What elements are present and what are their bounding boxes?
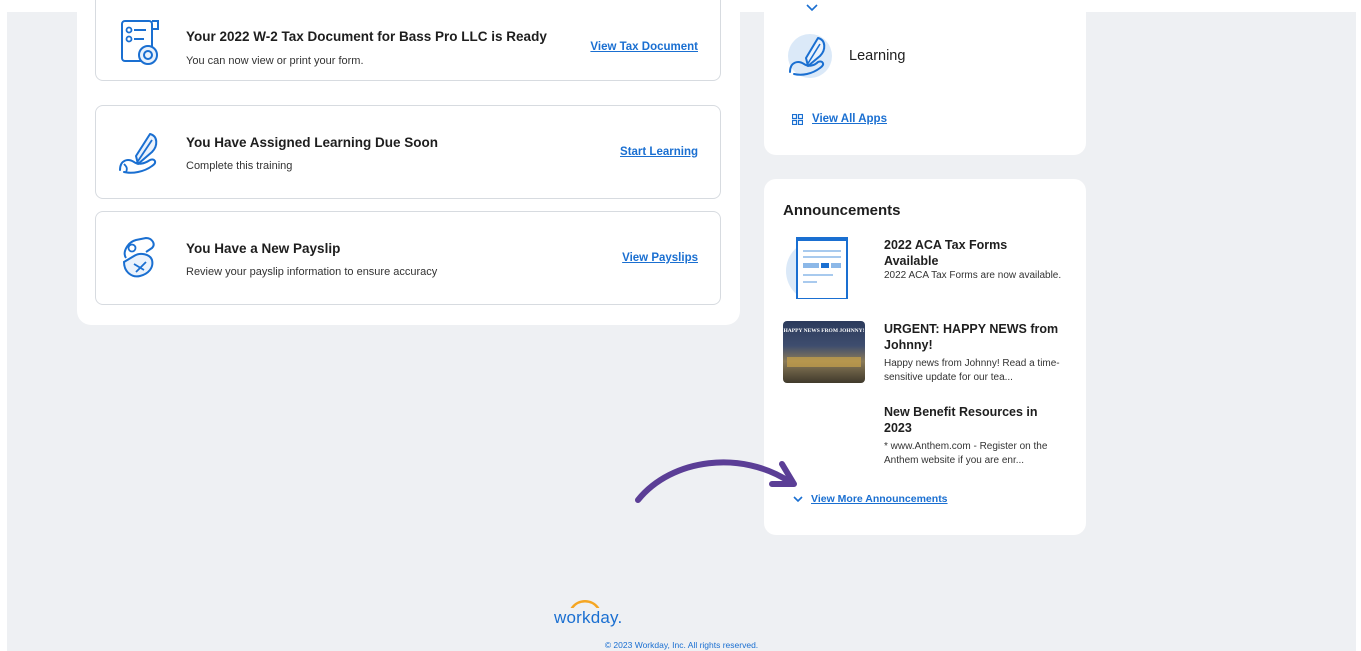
task-subtitle: Review your payslip information to ensur…: [186, 266, 438, 278]
annotation-arrow-icon: [635, 459, 797, 503]
task-title: Your 2022 W-2 Tax Document for Bass Pro …: [186, 29, 547, 44]
grid-icon: [792, 114, 803, 125]
workday-arc-icon: [570, 600, 600, 608]
footer-copyright: © 2023 Workday, Inc. All rights reserved…: [604, 640, 759, 650]
payslip-icon: [122, 237, 155, 278]
chevron-down-icon: [806, 4, 818, 12]
learning-icon: [119, 133, 158, 174]
announcement-desc: 2022 ACA Tax Forms are now available.: [884, 270, 1062, 281]
thumbnail-banner: [787, 357, 861, 367]
learning-app-label[interactable]: Learning: [849, 48, 905, 64]
task-subtitle: Complete this training: [186, 160, 293, 172]
announcement-item[interactable]: 2022 ACA Tax Forms Available 2022 ACA Ta…: [783, 237, 1073, 307]
task-tile-tax[interactable]: Your 2022 W-2 Tax Document for Bass Pro …: [95, 0, 721, 81]
tax-document-icon: [121, 20, 159, 65]
announcement-title[interactable]: New Benefit Resources in 2023: [884, 404, 1064, 436]
announcement-title[interactable]: 2022 ACA Tax Forms Available: [884, 237, 1064, 269]
learning-app-icon[interactable]: [786, 32, 834, 80]
task-title: You Have a New Payslip: [186, 241, 341, 256]
happy-news-thumbnail: HAPPY NEWS FROM JOHNNY!: [783, 321, 865, 383]
announcement-desc: Happy news from Johnny! Read a time-sens…: [884, 358, 1060, 383]
task-subtitle: You can now view or print your form.: [186, 55, 364, 67]
view-more-announcements-link[interactable]: View More Announcements: [811, 493, 948, 505]
task-tile-payslip[interactable]: You Have a New Payslip Review your paysl…: [95, 211, 721, 305]
tasks-card: Your 2022 W-2 Tax Document for Bass Pro …: [77, 0, 740, 325]
task-title: You Have Assigned Learning Due Soon: [186, 135, 439, 150]
view-payslips-link[interactable]: View Payslips: [622, 252, 698, 264]
announcement-title[interactable]: URGENT: HAPPY NEWS from Johnny!: [884, 321, 1064, 353]
announcements-heading: Announcements: [783, 202, 901, 219]
announcement-item[interactable]: HAPPY NEWS FROM JOHNNY! URGENT: HAPPY NE…: [783, 321, 1073, 393]
view-tax-document-link[interactable]: View Tax Document: [590, 41, 698, 53]
page-background: Your 2022 W-2 Tax Document for Bass Pro …: [7, 0, 1356, 651]
announcement-item[interactable]: New Benefit Resources in 2023 * www.Anth…: [783, 404, 1073, 474]
task-tile-learning[interactable]: You Have Assigned Learning Due Soon Comp…: [95, 105, 721, 199]
workday-logo: workday.: [554, 608, 623, 627]
start-learning-link[interactable]: Start Learning: [620, 146, 698, 158]
tax-form-thumbnail: [786, 237, 848, 299]
announcement-desc: * www.Anthem.com - Register on the Anthe…: [884, 441, 1048, 466]
apps-card: Learning View All Apps: [764, 0, 1086, 155]
thumbnail-text: HAPPY NEWS FROM JOHNNY!: [783, 328, 865, 334]
announcements-card: Announcements 2022 ACA Tax Forms Availab…: [764, 179, 1086, 535]
view-all-apps-link[interactable]: View All Apps: [812, 113, 887, 125]
